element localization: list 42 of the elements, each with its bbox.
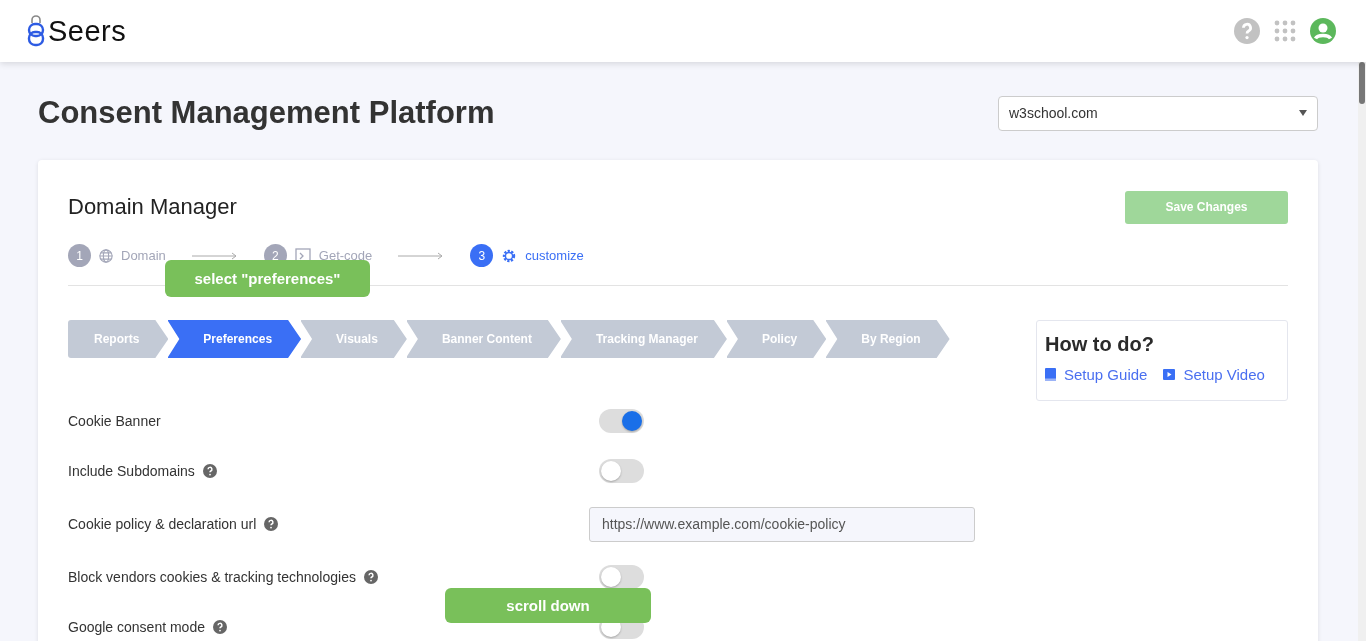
hint-tooltip: select "preferences": [165, 260, 370, 297]
url-field[interactable]: https://www.example.com/cookie-policy: [589, 506, 975, 542]
user-icon[interactable]: [1310, 18, 1336, 44]
help-link[interactable]: Setup Video: [1163, 366, 1265, 383]
page-title: Consent Management Platform: [38, 95, 495, 131]
setting-label: Cookie Banner: [68, 413, 161, 429]
help-icon[interactable]: [1234, 18, 1260, 44]
tab[interactable]: By Region: [826, 320, 950, 358]
tab[interactable]: Visuals: [301, 320, 407, 358]
scrollbar[interactable]: [1358, 62, 1366, 641]
step-number: 1: [68, 244, 91, 267]
caret-icon: [1299, 110, 1307, 116]
how-to-title: How to do?: [1045, 333, 1155, 356]
logo-text: Seers: [48, 14, 127, 48]
card-title: Domain Manager: [68, 194, 237, 220]
apps-grid-icon[interactable]: [1274, 20, 1296, 42]
book-icon: [1045, 368, 1056, 381]
setting-label: Include Subdomains: [68, 463, 195, 479]
gear-icon: [501, 247, 518, 264]
logo-icon: [26, 15, 46, 47]
tab[interactable]: Banner Content: [406, 320, 561, 358]
setting-label: Block vendors cookies & tracking technologies: [68, 569, 356, 585]
setting-label: Cookie policy & declaration url: [68, 516, 257, 532]
arrow-icon: [398, 251, 445, 260]
tab[interactable]: Preferences: [168, 320, 302, 358]
step-label[interactable]: Domain: [121, 248, 166, 263]
tab[interactable]: Policy: [726, 320, 827, 358]
hint-tooltip: scroll down: [445, 588, 651, 623]
step-label[interactable]: customize: [525, 248, 584, 263]
play-icon: [1163, 369, 1176, 380]
arrow-icon: [191, 251, 238, 260]
setting-label: Google consent mode: [68, 619, 205, 635]
step-label[interactable]: Get-code: [318, 248, 373, 263]
toggle-switch[interactable]: [599, 459, 644, 483]
toggle-switch[interactable]: [599, 565, 644, 589]
toggle-switch[interactable]: [599, 409, 644, 433]
help-link[interactable]: Setup Guide: [1045, 366, 1148, 383]
globe-icon: [99, 248, 113, 263]
step-number: 3: [470, 244, 494, 267]
tab[interactable]: Reports: [68, 320, 169, 358]
tab[interactable]: Tracking Manager: [560, 320, 727, 358]
domain-select[interactable]: w3school.com: [998, 95, 1318, 131]
